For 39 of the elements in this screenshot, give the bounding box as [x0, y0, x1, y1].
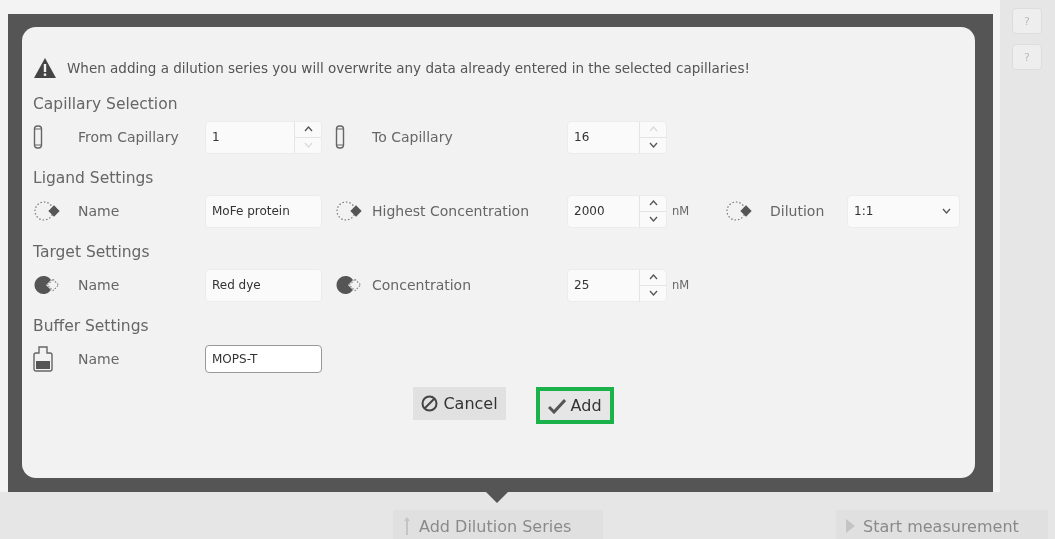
number-field[interactable]: 1: [205, 120, 322, 154]
field-label: Name: [78, 277, 121, 293]
text-field[interactable]: MoFe protein: [205, 194, 322, 228]
field-label: Dilution: [770, 203, 826, 219]
field-label: To Capillary: [372, 129, 454, 145]
ligand-icon: [335, 199, 363, 223]
capillary-icon: [335, 125, 345, 149]
bottle-icon: [33, 346, 53, 372]
section-title: Buffer Settings: [33, 317, 150, 337]
field-label: Name: [78, 203, 121, 219]
number-field[interactable]: 2000: [567, 194, 667, 228]
number-field[interactable]: 25: [567, 268, 667, 302]
target-icon: [33, 273, 61, 297]
play-icon: [846, 519, 855, 533]
cancel-icon: [421, 395, 439, 412]
dropdown[interactable]: 1:1: [847, 194, 960, 228]
ligand-icon: [33, 199, 61, 223]
cancel-button[interactable]: Cancel: [413, 387, 506, 420]
section-title: Capillary Selection: [33, 95, 179, 115]
warning-text: When adding a dilution series you will overwrite any data already entered in the selected capillaries!: [67, 60, 750, 76]
warning-icon: [33, 57, 57, 79]
field-label: From Capillary: [78, 129, 180, 145]
text-field[interactable]: MOPS-T: [205, 345, 322, 373]
ligand-icon: [725, 199, 753, 223]
field-label: Highest Concentration: [372, 203, 531, 219]
checkmark-icon: [547, 397, 566, 414]
capillary-icon: [33, 125, 43, 149]
number-field[interactable]: 16: [567, 120, 667, 154]
chevron-icon: [942, 208, 951, 214]
field-label: Name: [78, 351, 121, 367]
unit-label: nM: [672, 204, 690, 218]
add-button[interactable]: Add: [535, 387, 614, 424]
field-label: Concentration: [372, 277, 473, 293]
target-icon: [335, 273, 363, 297]
pipette-icon: [403, 517, 411, 535]
section-title: Ligand Settings: [33, 169, 155, 189]
text-field[interactable]: Red dye: [205, 268, 322, 302]
section-title: Target Settings: [33, 243, 151, 263]
unit-label: nM: [672, 278, 690, 292]
